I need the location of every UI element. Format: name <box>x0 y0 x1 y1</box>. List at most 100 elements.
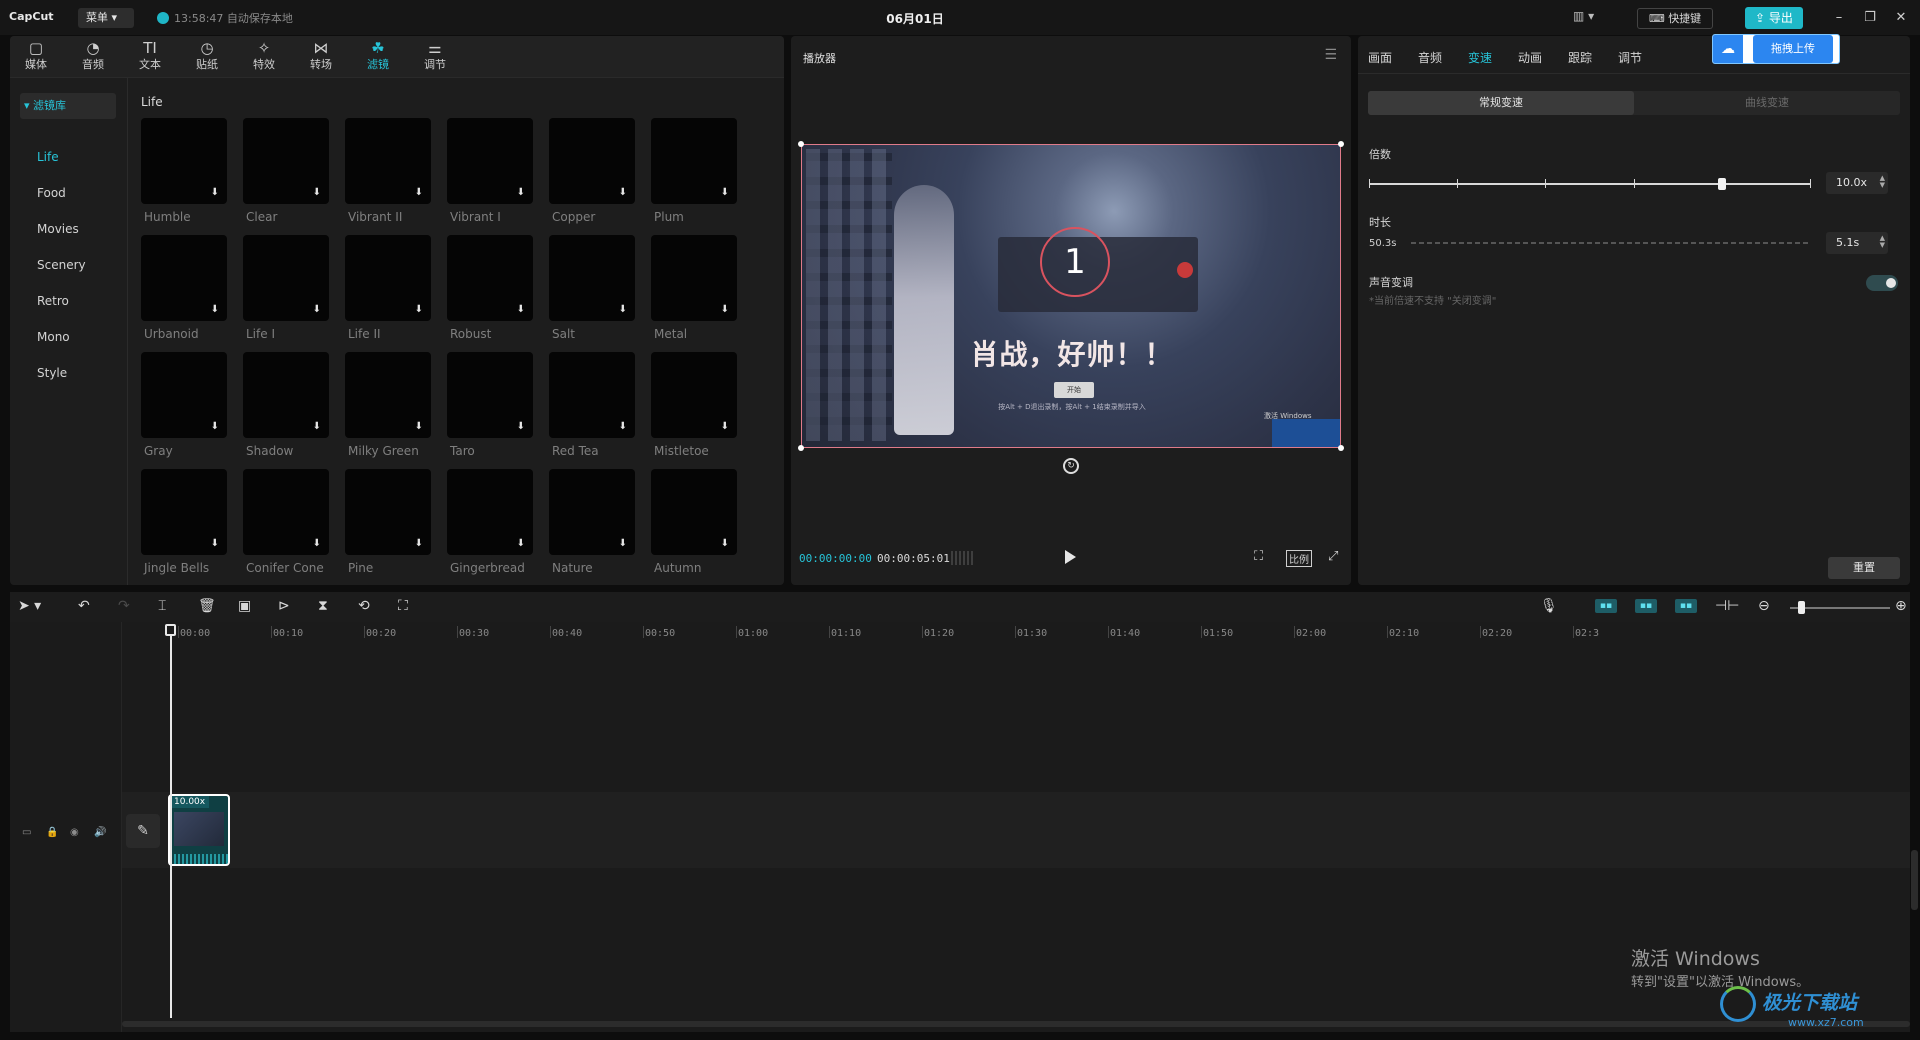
main-track[interactable] <box>122 792 1910 868</box>
filter-card[interactable]: ⬇ Mistletoe <box>651 352 737 458</box>
lock-icon[interactable]: 🔒 <box>46 827 58 838</box>
freeze-icon[interactable]: ▣ <box>238 598 251 614</box>
speed-slider[interactable] <box>1369 178 1811 190</box>
filter-library-header[interactable]: ▾ 滤镜库 <box>20 93 116 119</box>
resize-handle[interactable] <box>1338 445 1344 451</box>
playhead[interactable] <box>170 626 172 1018</box>
tab-tracking[interactable]: 跟踪 <box>1568 49 1592 66</box>
minimize-icon[interactable]: – <box>1831 10 1847 26</box>
duration-input[interactable]: 5.1s ▲ ▼ <box>1826 232 1888 254</box>
eye-icon[interactable]: ◉ <box>70 827 79 838</box>
download-icon[interactable]: ⬇ <box>517 304 525 315</box>
filter-thumbnail[interactable]: ⬇ <box>447 469 533 555</box>
filter-card[interactable]: ⬇ Life I <box>243 235 329 341</box>
ratio-button[interactable]: 比例 <box>1286 550 1312 567</box>
filter-thumbnail[interactable]: ⬇ <box>651 469 737 555</box>
filter-card[interactable]: ⬇ Gray <box>141 352 227 458</box>
download-icon[interactable]: ⬇ <box>313 421 321 432</box>
filter-card[interactable]: ⬇ Nature <box>549 469 635 575</box>
screenshot-icon[interactable]: ⛶ <box>1254 549 1263 564</box>
download-icon[interactable]: ⬇ <box>415 538 423 549</box>
filter-thumbnail[interactable]: ⬇ <box>447 235 533 321</box>
time-ruler[interactable]: 00:00 00:10 00:20 00:30 00:40 00:50 01:00 01:10… <box>132 622 1910 644</box>
download-icon[interactable]: ⬇ <box>313 187 321 198</box>
frame-grid-icon[interactable] <box>951 551 973 565</box>
download-icon[interactable]: ⬇ <box>619 538 627 549</box>
tab-inspector-adjust[interactable]: 调节 <box>1618 49 1642 66</box>
tab-audio[interactable]: ◔ 音频 <box>69 39 117 75</box>
tab-picture[interactable]: 画面 <box>1368 49 1392 66</box>
mirror-icon[interactable]: ⧗ <box>318 598 328 614</box>
download-icon[interactable]: ⬇ <box>415 187 423 198</box>
filter-card[interactable]: ⬇ Robust <box>447 235 533 341</box>
resize-handle[interactable] <box>798 445 804 451</box>
track-cover-icon[interactable]: ▭ <box>22 827 31 838</box>
tab-animation[interactable]: 动画 <box>1518 49 1542 66</box>
download-icon[interactable]: ⬇ <box>619 304 627 315</box>
tab-transition[interactable]: ⋈ 转场 <box>297 39 345 75</box>
filter-thumbnail[interactable]: ⬇ <box>243 469 329 555</box>
filter-card[interactable]: ⬇ Taro <box>447 352 533 458</box>
video-preview[interactable]: 1 肖战，好帅！！ 开始 按Alt + D退出录制，按Alt + 1结束录制并导… <box>801 144 1341 448</box>
filter-thumbnail[interactable]: ⬇ <box>141 235 227 321</box>
filter-card[interactable]: ⬇ Red Tea <box>549 352 635 458</box>
playhead-handle[interactable] <box>165 624 176 636</box>
resize-handle[interactable] <box>798 141 804 147</box>
zoom-in-icon[interactable]: ⊕ <box>1895 598 1907 614</box>
filter-card[interactable]: ⬇ Autumn <box>651 469 737 575</box>
sidebar-item-life[interactable]: Life <box>37 150 59 164</box>
download-icon[interactable]: ⬇ <box>517 421 525 432</box>
filter-card[interactable]: ⬇ Urbanoid <box>141 235 227 341</box>
filter-thumbnail[interactable]: ⬇ <box>141 118 227 204</box>
undo-icon[interactable]: ↶ <box>78 598 90 614</box>
speaker-icon[interactable]: 🔊 <box>94 827 106 838</box>
filter-thumbnail[interactable]: ⬇ <box>141 352 227 438</box>
rotate-icon[interactable]: ↻ <box>1063 458 1079 474</box>
filter-thumbnail[interactable]: ⬇ <box>141 469 227 555</box>
sidebar-item-retro[interactable]: Retro <box>37 294 69 308</box>
edit-cover-icon[interactable]: ✎ <box>126 814 160 848</box>
pitch-toggle[interactable] <box>1866 275 1898 291</box>
download-icon[interactable]: ⬇ <box>211 538 219 549</box>
filter-card[interactable]: ⬇ Vibrant II <box>345 118 431 224</box>
zoom-slider-knob[interactable] <box>1798 601 1805 614</box>
download-icon[interactable]: ⬇ <box>313 538 321 549</box>
sidebar-item-food[interactable]: Food <box>37 186 66 200</box>
linkage-icon[interactable]: ▪▪ <box>1675 599 1697 613</box>
close-icon[interactable]: ✕ <box>1893 10 1909 26</box>
filter-thumbnail[interactable]: ⬇ <box>345 118 431 204</box>
export-button[interactable]: ⇪ 导出 <box>1745 7 1803 29</box>
filter-thumbnail[interactable]: ⬇ <box>243 235 329 321</box>
filter-card[interactable]: ⬇ Metal <box>651 235 737 341</box>
download-icon[interactable]: ⬇ <box>721 538 729 549</box>
reset-button[interactable]: 重置 <box>1828 557 1900 579</box>
sidebar-item-movies[interactable]: Movies <box>37 222 79 236</box>
filter-card[interactable]: ⬇ Copper <box>549 118 635 224</box>
sidebar-item-scenery[interactable]: Scenery <box>37 258 86 272</box>
filter-thumbnail[interactable]: ⬇ <box>651 352 737 438</box>
filter-thumbnail[interactable]: ⬇ <box>345 469 431 555</box>
download-icon[interactable]: ⬇ <box>415 421 423 432</box>
filter-thumbnail[interactable]: ⬇ <box>345 235 431 321</box>
shortcut-button[interactable]: ⌨ 快捷键 <box>1637 8 1713 29</box>
filter-thumbnail[interactable]: ⬇ <box>243 118 329 204</box>
download-icon[interactable]: ⬇ <box>517 187 525 198</box>
speed-input[interactable]: 10.0x ▲ ▼ <box>1826 172 1888 194</box>
zoom-slider[interactable] <box>1790 607 1890 609</box>
tab-filters[interactable]: ☘ 滤镜 <box>354 39 402 75</box>
filter-thumbnail[interactable]: ⬇ <box>549 118 635 204</box>
select-tool-icon[interactable]: ➤ ▾ <box>18 598 41 614</box>
stepper-icon[interactable]: ▲ ▼ <box>1880 175 1885 189</box>
horizontal-scrollbar[interactable] <box>122 1021 1910 1027</box>
filter-card[interactable]: ⬇ Humble <box>141 118 227 224</box>
filter-card[interactable]: ⬇ Vibrant I <box>447 118 533 224</box>
regular-speed-tab[interactable]: 常规变速 <box>1368 91 1634 115</box>
tab-speed[interactable]: 变速 <box>1468 49 1492 66</box>
curve-speed-tab[interactable]: 曲线变速 <box>1634 91 1900 115</box>
filter-card[interactable]: ⬇ Salt <box>549 235 635 341</box>
download-icon[interactable]: ⬇ <box>721 304 729 315</box>
speed-slider-knob[interactable] <box>1717 178 1726 190</box>
resize-handle[interactable] <box>1338 141 1344 147</box>
filter-card[interactable]: ⬇ Clear <box>243 118 329 224</box>
filter-thumbnail[interactable]: ⬇ <box>651 235 737 321</box>
